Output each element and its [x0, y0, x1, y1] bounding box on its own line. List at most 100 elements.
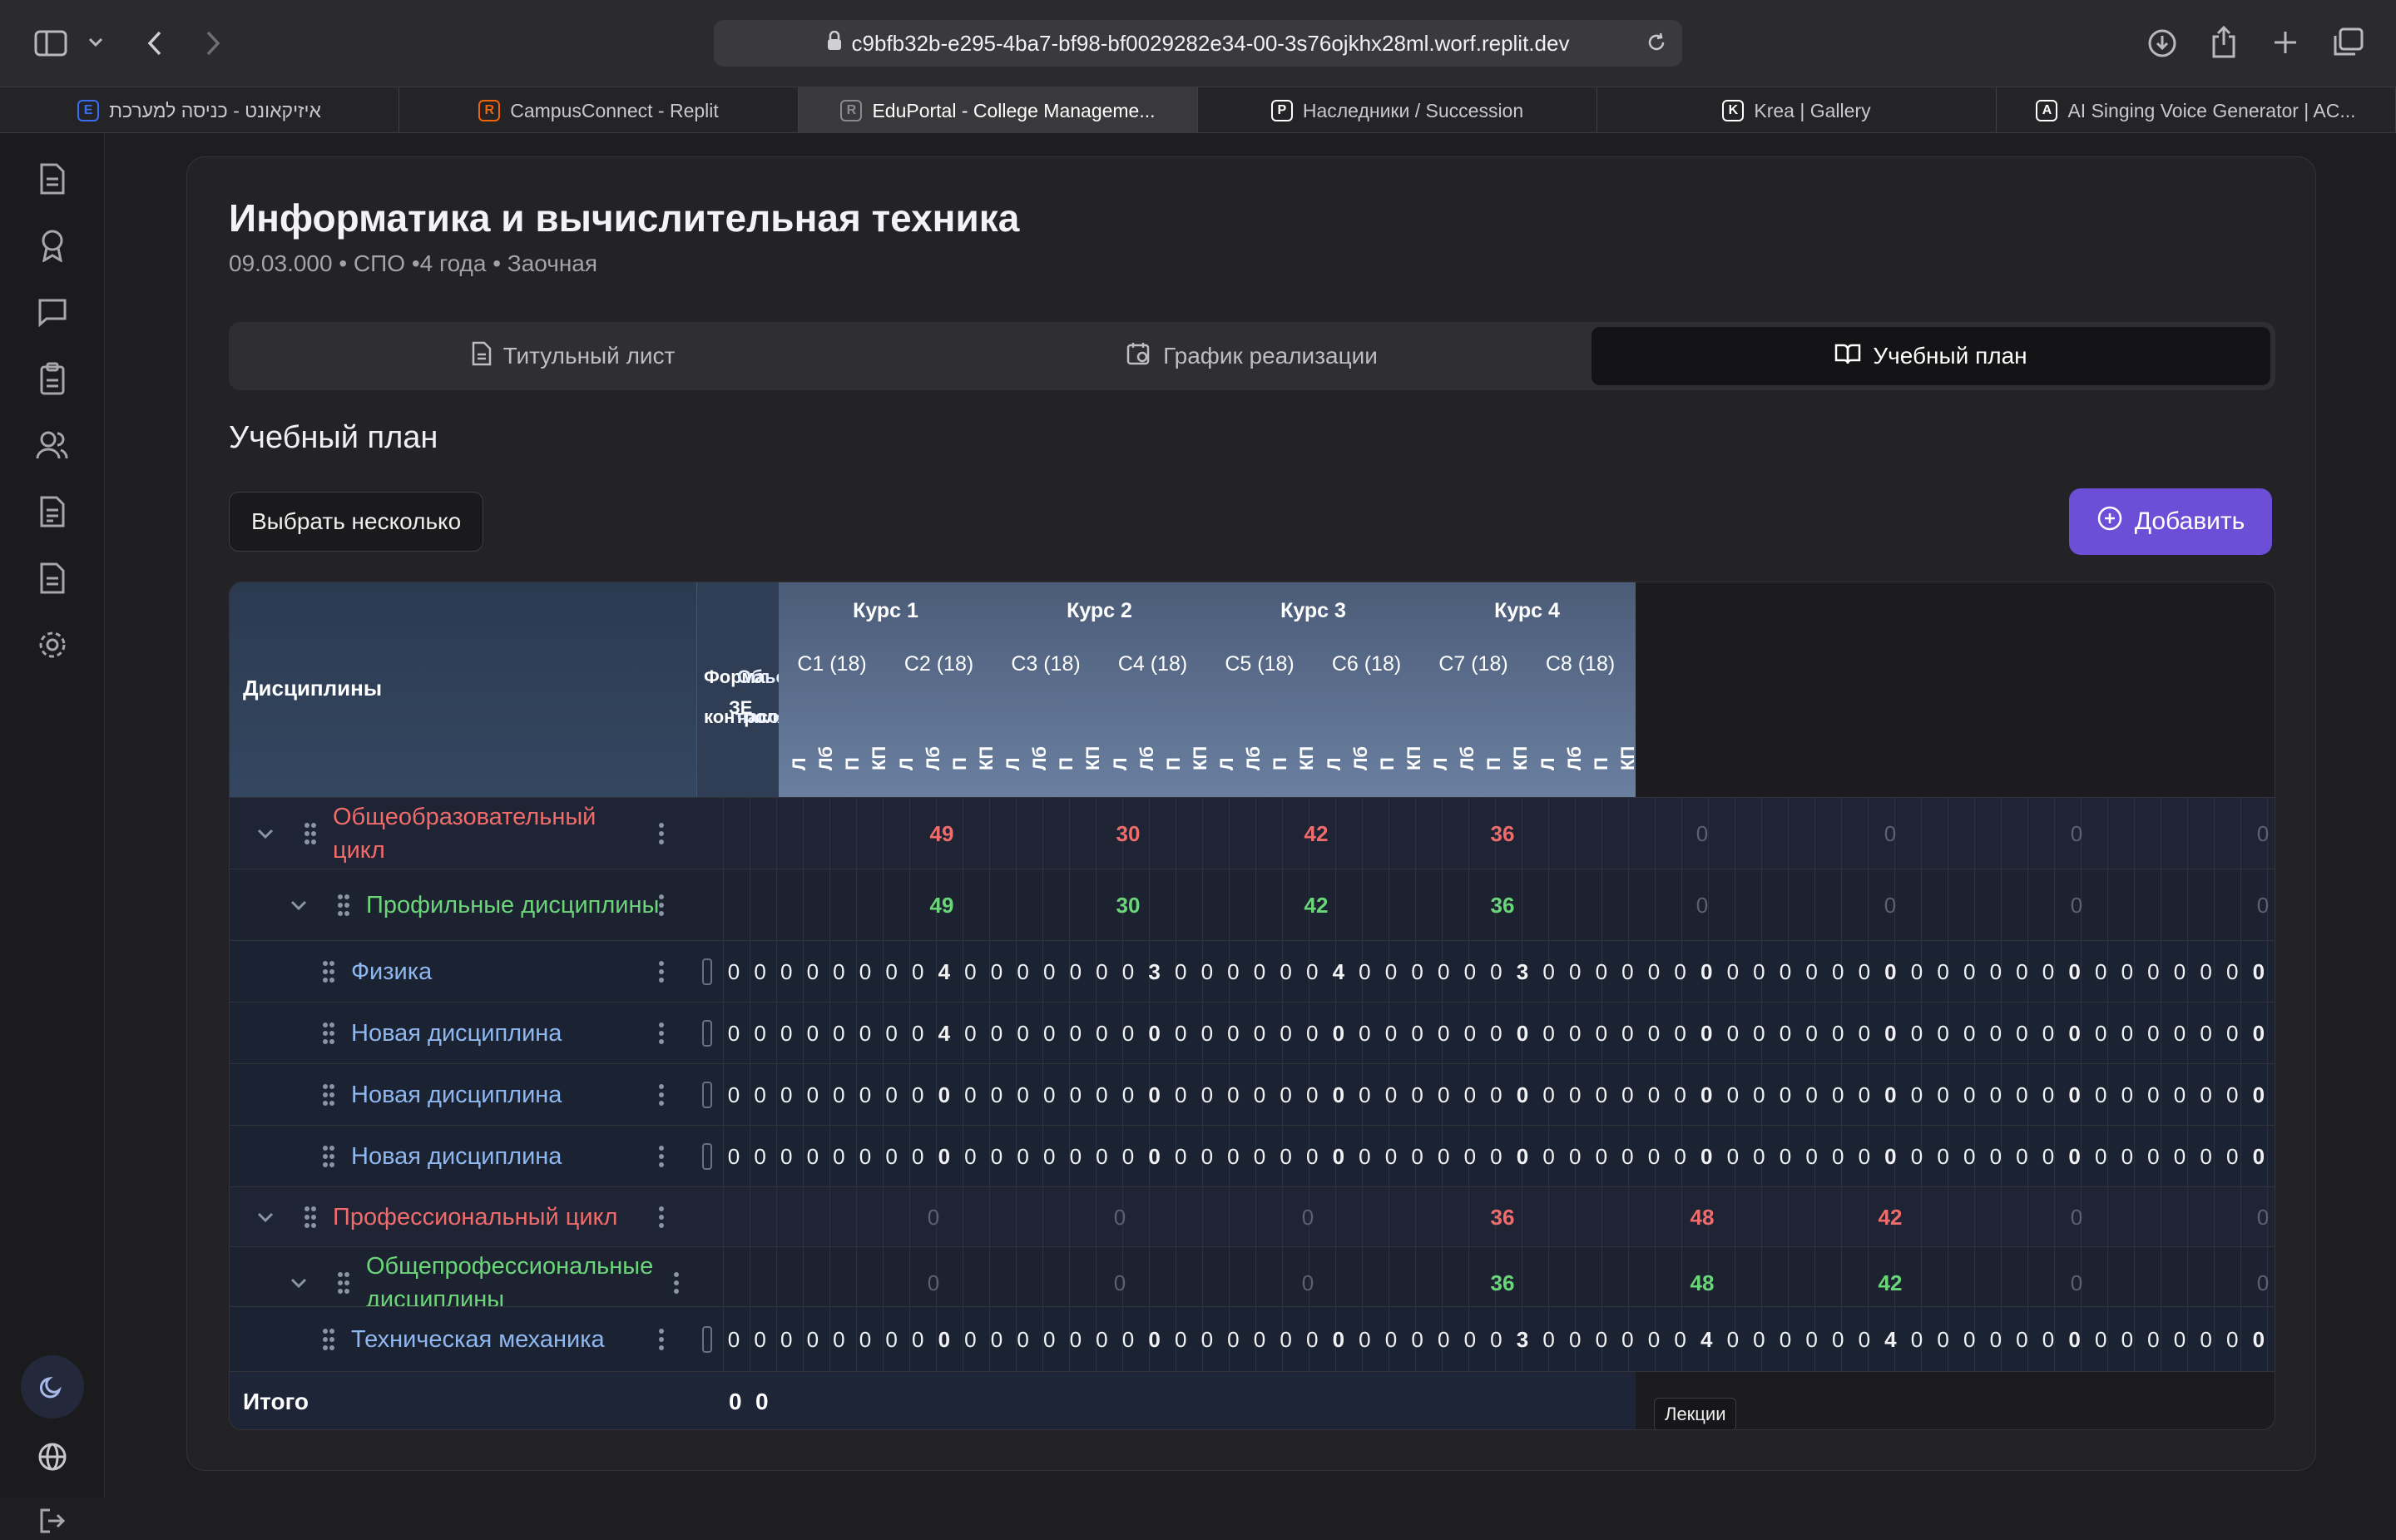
- hours-input[interactable]: 0: [825, 1144, 852, 1170]
- hours-input[interactable]: 0: [1010, 1082, 1037, 1108]
- hours-input[interactable]: 0: [1851, 1021, 1878, 1047]
- hours-input[interactable]: 0: [2062, 1021, 2088, 1047]
- hours-input[interactable]: 0: [1167, 1144, 1194, 1170]
- hours-input[interactable]: 0: [1404, 1144, 1431, 1170]
- hours-input[interactable]: 0: [1983, 1327, 2009, 1353]
- hours-input[interactable]: 0: [1457, 1144, 1483, 1170]
- hours-input[interactable]: 0: [1010, 1144, 1037, 1170]
- table-row[interactable]: Новая дисциплина 0 0 0 0 0 0 0 0 0 0 0 0 0 0 0 0 0 0 0 0 0 0 0 0…: [230, 1125, 2275, 1186]
- browser-tab[interactable]: R CampusConnect - Replit: [399, 87, 799, 134]
- hours-input[interactable]: 0: [1745, 1082, 1772, 1108]
- hours-input[interactable]: 0: [983, 1082, 1010, 1108]
- discipline-name[interactable]: Профильные дисциплины: [366, 869, 666, 940]
- hours-input[interactable]: 0: [2271, 1144, 2275, 1170]
- hours-input[interactable]: 0: [1194, 1144, 1220, 1170]
- hours-input[interactable]: 0: [773, 1021, 799, 1047]
- hours-input[interactable]: 0: [1877, 959, 1903, 985]
- hours-input[interactable]: 0: [1877, 1082, 1903, 1108]
- hours-input[interactable]: 0: [1799, 1021, 1825, 1047]
- hours-input[interactable]: 0: [1483, 1327, 1509, 1353]
- hours-input[interactable]: 0: [1325, 1021, 1352, 1047]
- hours-input[interactable]: 0: [1956, 1082, 1983, 1108]
- hours-input[interactable]: 0: [1745, 1327, 1772, 1353]
- hours-input[interactable]: 0: [1745, 1144, 1772, 1170]
- hours-input[interactable]: 3: [1509, 1327, 1536, 1353]
- discipline-name[interactable]: Профессиональный цикл: [333, 1187, 641, 1246]
- hours-input[interactable]: 0: [1903, 1021, 1930, 1047]
- clipboard-icon[interactable]: [33, 359, 72, 398]
- hours-input[interactable]: 0: [720, 1327, 747, 1353]
- hours-input[interactable]: 0: [1167, 1021, 1194, 1047]
- hours-input[interactable]: 0: [1194, 1327, 1220, 1353]
- hours-input[interactable]: 0: [1641, 1327, 1667, 1353]
- hours-input[interactable]: 0: [1325, 1144, 1352, 1170]
- hours-input[interactable]: 0: [1088, 1082, 1115, 1108]
- more-vertical-icon[interactable]: [656, 1081, 667, 1109]
- award-icon[interactable]: [33, 226, 72, 265]
- hours-input[interactable]: 0: [1351, 1082, 1378, 1108]
- hours-input[interactable]: 0: [2166, 1082, 2193, 1108]
- hours-input[interactable]: 0: [825, 1327, 852, 1353]
- hours-input[interactable]: 0: [2166, 959, 2193, 985]
- hours-input[interactable]: 0: [1220, 1327, 1246, 1353]
- hours-input[interactable]: 0: [1641, 1144, 1667, 1170]
- hours-input[interactable]: 0: [1351, 1327, 1378, 1353]
- browser-tab[interactable]: R EduPortal - College Manageme...: [799, 87, 1198, 134]
- hours-input[interactable]: 0: [1273, 1021, 1299, 1047]
- hours-input[interactable]: 0: [1824, 1021, 1851, 1047]
- hours-input[interactable]: 0: [1877, 1144, 1903, 1170]
- hours-input[interactable]: 0: [1641, 1082, 1667, 1108]
- hours-input[interactable]: 0: [983, 1327, 1010, 1353]
- hours-input[interactable]: 0: [1194, 1082, 1220, 1108]
- hours-input[interactable]: 0: [879, 1327, 905, 1353]
- drag-handle-icon[interactable]: [319, 1142, 338, 1171]
- hours-input[interactable]: 0: [1536, 1082, 1562, 1108]
- hours-input[interactable]: 0: [1641, 1021, 1667, 1047]
- hours-input[interactable]: 0: [2219, 959, 2245, 985]
- hours-input[interactable]: 0: [1614, 959, 1641, 985]
- hours-input[interactable]: 0: [720, 1144, 747, 1170]
- hours-input[interactable]: 0: [1562, 1021, 1588, 1047]
- hours-input[interactable]: 0: [2166, 1021, 2193, 1047]
- document-icon[interactable]: [33, 160, 72, 198]
- hours-input[interactable]: 0: [1720, 1021, 1746, 1047]
- hours-input[interactable]: 0: [1351, 1021, 1378, 1047]
- new-tab-icon[interactable]: [2270, 27, 2301, 58]
- hours-input[interactable]: 0: [1667, 959, 1694, 985]
- hours-input[interactable]: 0: [2035, 1144, 2062, 1170]
- hours-input[interactable]: 0: [1351, 959, 1378, 985]
- hours-input[interactable]: 0: [1588, 1082, 1615, 1108]
- control-form-select[interactable]: [702, 958, 712, 985]
- back-icon[interactable]: [138, 25, 171, 62]
- reload-icon[interactable]: [1646, 32, 1667, 59]
- hours-input[interactable]: 0: [1325, 1327, 1352, 1353]
- hours-input[interactable]: 0: [1588, 959, 1615, 985]
- sign-out-icon[interactable]: [33, 1502, 72, 1540]
- hours-input[interactable]: 0: [2114, 1021, 2141, 1047]
- hours-input[interactable]: 0: [747, 959, 774, 985]
- hours-input[interactable]: 0: [1220, 959, 1246, 985]
- hours-input[interactable]: 0: [1115, 959, 1141, 985]
- table-row[interactable]: Физика 0 0 0 0 0 0 0 0 4 0 0 0 0 0 0 0 3 0 0 0 0 0 0 4 0 0 0 0 0 0 3 0 0 0…: [230, 940, 2275, 1002]
- drag-handle-icon[interactable]: [319, 1081, 338, 1109]
- hours-input[interactable]: 0: [852, 1021, 879, 1047]
- hours-input[interactable]: 0: [773, 1144, 799, 1170]
- hours-input[interactable]: 0: [773, 1327, 799, 1353]
- hours-input[interactable]: 0: [2062, 1144, 2088, 1170]
- hours-input[interactable]: 0: [1536, 1327, 1562, 1353]
- hours-input[interactable]: 0: [1483, 1021, 1509, 1047]
- chevron-down-icon[interactable]: [253, 1205, 278, 1230]
- tab-schedule[interactable]: График реализации: [913, 327, 1592, 385]
- hours-input[interactable]: 0: [2087, 1021, 2114, 1047]
- hours-input[interactable]: 0: [1956, 1021, 1983, 1047]
- hours-input[interactable]: 0: [1509, 1144, 1536, 1170]
- hours-input[interactable]: 0: [2035, 1082, 2062, 1108]
- browser-tab[interactable]: E איזיקאונט - כניסה למערכת: [0, 87, 399, 134]
- hours-input[interactable]: 0: [1930, 1144, 1957, 1170]
- hours-input[interactable]: 0: [1772, 1082, 1799, 1108]
- forward-icon[interactable]: [196, 25, 230, 62]
- hours-input[interactable]: 0: [1378, 1021, 1404, 1047]
- hours-input[interactable]: 0: [1745, 959, 1772, 985]
- hours-input[interactable]: 0: [2245, 1021, 2272, 1047]
- hours-input[interactable]: 0: [2245, 1144, 2272, 1170]
